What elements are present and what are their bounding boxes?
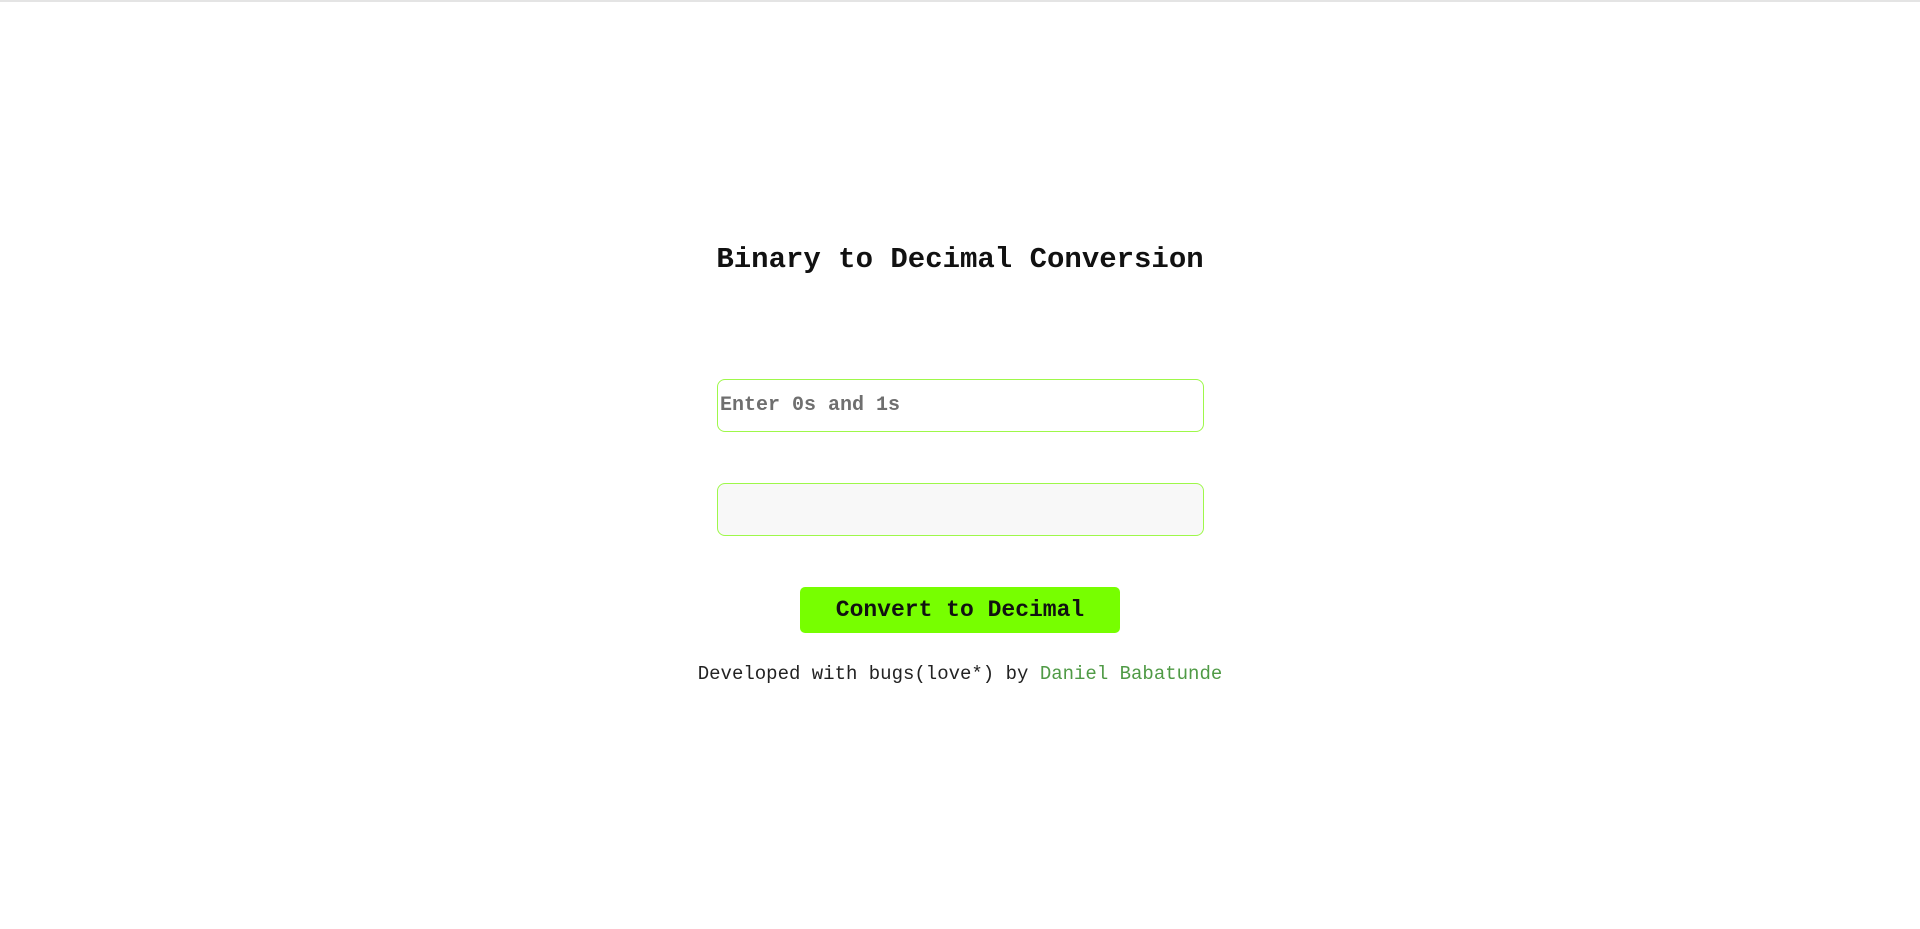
footer-text: Developed with bugs(love*) by bbox=[697, 663, 1029, 685]
converter-page: Binary to Decimal Conversion Convert to … bbox=[0, 0, 1920, 929]
footer-credit: Developed with bugs(love*) by Daniel Bab… bbox=[0, 660, 1920, 688]
author-link[interactable]: Daniel Babatunde bbox=[1040, 663, 1222, 685]
binary-input[interactable] bbox=[717, 379, 1204, 432]
convert-to-decimal-button[interactable]: Convert to Decimal bbox=[800, 587, 1120, 633]
decimal-output-field[interactable] bbox=[717, 483, 1204, 536]
page-title: Binary to Decimal Conversion bbox=[716, 243, 1204, 276]
